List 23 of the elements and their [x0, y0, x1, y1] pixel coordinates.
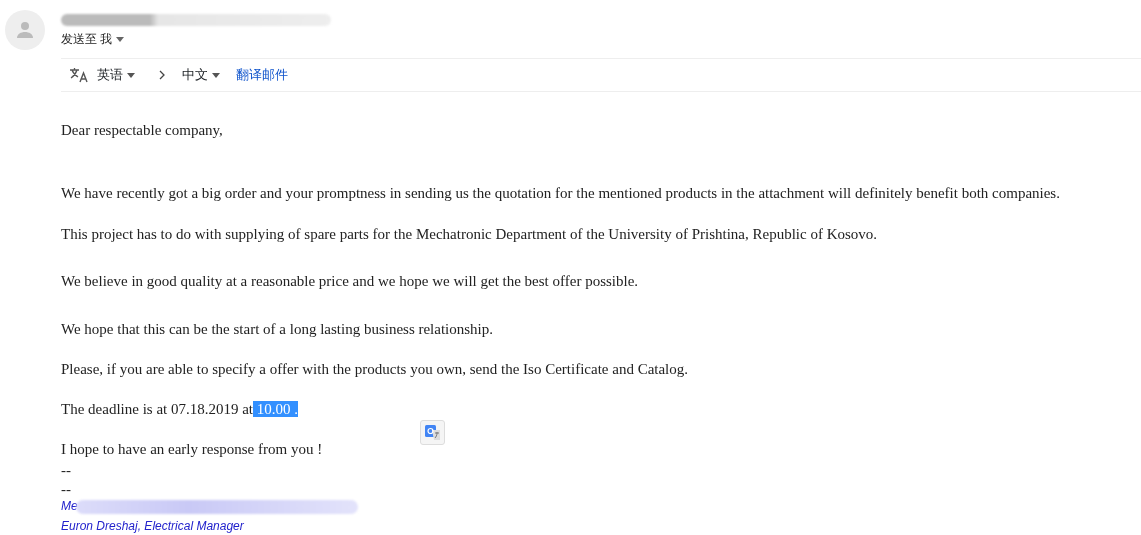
body-paragraph: We have recently got a big order and your promptness in sending us the quotation for the mentioned products in the attachment will definitely benefit both companies. [61, 185, 1061, 202]
translate-icon [69, 67, 89, 83]
body-paragraph: Dear respectable company, [61, 122, 224, 139]
signature-separator: -- [61, 481, 72, 498]
target-language-dropdown[interactable]: 中文 [182, 65, 220, 85]
caret-icon [127, 72, 135, 78]
avatar [5, 10, 45, 50]
signature-line: Euron Dreshaj, Electrical Manager [61, 518, 244, 534]
body-paragraph: We hope that this can be the start of a long lasting business relationship. [61, 321, 495, 338]
google-translate-icon[interactable] [420, 420, 445, 445]
body-paragraph: Please, if you are able to specify a offer with the products you own, send the Iso Certificate and Catalog. [61, 361, 690, 378]
body-paragraph: I hope to have an early response from you ! [61, 441, 324, 458]
body-paragraph: The deadline is at 07.18.2019 at 10.00 . [61, 401, 300, 418]
signature-line: Me [61, 499, 78, 513]
source-language-dropdown[interactable]: 英语 [97, 65, 135, 85]
body-paragraph: -- [61, 462, 72, 479]
body-paragraph: We believe in good quality at a reasonable price and we hope we will get the best offer possible. [61, 273, 640, 290]
translate-message-link[interactable]: 翻译邮件 [236, 65, 288, 85]
caret-icon[interactable] [116, 36, 125, 42]
caret-icon [212, 72, 220, 78]
recipient-label: 发送至 我 [61, 31, 113, 48]
chevron-right-icon [159, 70, 166, 80]
body-paragraph: This project has to do with supplying of spare parts for the Mechatronic Department of the University of Prishtina, Republic of Kosovo. [61, 226, 879, 243]
